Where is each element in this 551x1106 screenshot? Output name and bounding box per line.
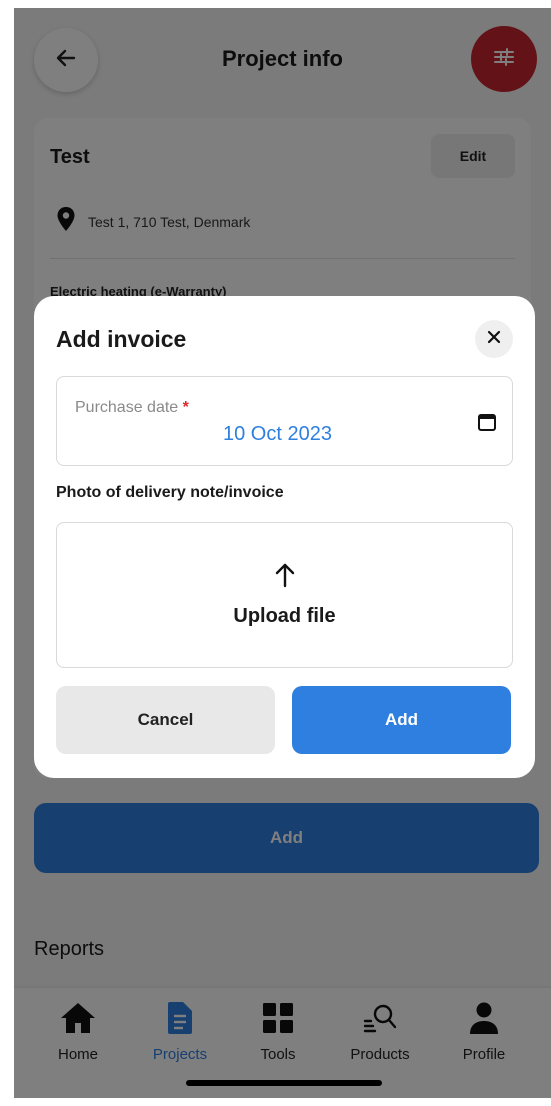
purchase-date-label: Purchase date * <box>75 399 189 417</box>
app-screen: Project info Test Edit Test 1, 710 Test,… <box>14 8 551 1098</box>
add-invoice-dialog: Add invoice Purchase date * 10 Oct 2023 … <box>34 296 535 778</box>
cancel-button[interactable]: Cancel <box>56 686 275 754</box>
purchase-date-field[interactable]: Purchase date * 10 Oct 2023 <box>56 376 513 466</box>
close-icon <box>487 330 501 349</box>
upload-file-label: Upload file <box>233 605 336 627</box>
close-button[interactable] <box>475 320 513 358</box>
required-marker: * <box>182 399 189 416</box>
upload-file-area[interactable]: Upload file <box>56 522 513 668</box>
purchase-date-label-text: Purchase date <box>75 399 179 416</box>
arrow-up-icon <box>273 562 297 593</box>
purchase-date-value: 10 Oct 2023 <box>223 423 332 445</box>
calendar-icon[interactable] <box>476 411 498 433</box>
dialog-title: Add invoice <box>56 326 187 352</box>
add-button[interactable]: Add <box>292 686 511 754</box>
photo-upload-label: Photo of delivery note/invoice <box>56 484 284 501</box>
